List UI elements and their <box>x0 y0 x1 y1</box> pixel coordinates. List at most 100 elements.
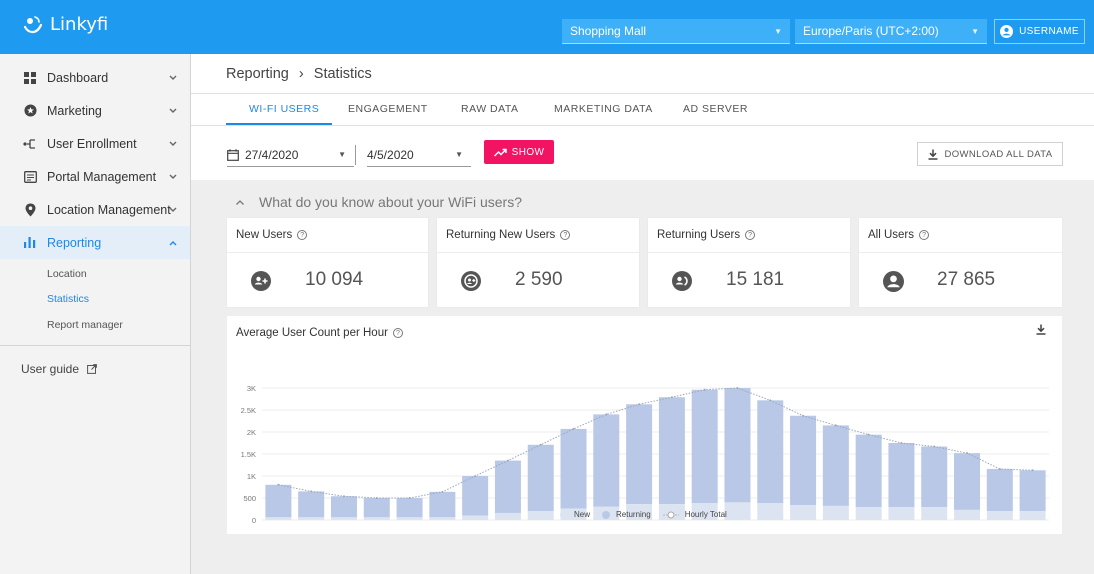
timezone-value: Europe/Paris (UTC+2:00) <box>803 24 939 38</box>
download-all-data-button[interactable]: DOWNLOAD ALL DATA <box>917 142 1063 166</box>
tabs-divider <box>191 125 1094 126</box>
brand-name: Linkyfi <box>50 13 109 35</box>
date-from-picker[interactable]: 27/4/2020 ▼ <box>227 144 354 167</box>
help-icon[interactable]: ? <box>297 230 308 240</box>
user-guide-label: User guide <box>21 362 80 376</box>
card-divider <box>859 252 1062 253</box>
sidebar-subitem-location[interactable]: Location <box>47 268 87 280</box>
sidebar-subitem-report-manager[interactable]: Report manager <box>47 319 123 331</box>
date-to-value: 4/5/2020 <box>367 148 414 162</box>
y-tick-label: 0 <box>252 516 256 525</box>
trending-up-icon <box>493 148 507 157</box>
bar-returning <box>330 517 357 520</box>
user-icon <box>883 271 904 292</box>
external-link-icon <box>87 364 97 374</box>
sidebar-item-label: User Enrollment <box>47 136 137 151</box>
sidebar-item-user-enrollment[interactable]: User Enrollment <box>0 127 190 160</box>
card-title: Returning Users? <box>657 229 756 241</box>
bar-new <box>954 453 981 510</box>
x-tick-label: 15:00 <box>761 533 780 534</box>
card-value: 2 590 <box>515 269 563 290</box>
tab-raw-data[interactable]: RAW DATA <box>461 103 518 115</box>
chevron-down-icon: ▼ <box>971 26 979 36</box>
help-icon[interactable]: ? <box>745 230 756 240</box>
point-hourly-total <box>474 475 477 477</box>
user-menu-button[interactable]: USERNAME <box>994 19 1085 44</box>
x-tick-label: 18:00 <box>859 533 878 534</box>
chevron-down-icon <box>168 170 178 184</box>
section-title-text: What do you know about your WiFi users? <box>259 194 523 210</box>
legend-returning-label[interactable]: Returning <box>616 510 651 519</box>
point-hourly-total <box>966 452 969 455</box>
card-title-text: All Users <box>868 229 915 241</box>
user-guide-link[interactable]: User guide <box>21 362 97 376</box>
sidebar-item-location-management[interactable]: Location Management <box>0 193 190 226</box>
bar-new <box>298 491 325 518</box>
brand-logo[interactable]: Linkyfi <box>22 13 108 35</box>
bar-returning <box>757 503 784 520</box>
breadcrumb-parent[interactable]: Reporting <box>226 66 289 82</box>
x-tick-label: 16:00 <box>794 533 813 534</box>
bar-returning <box>986 511 1013 520</box>
bar-new <box>921 446 948 508</box>
sidebar-item-marketing[interactable]: Marketing <box>0 94 190 127</box>
sidebar-item-dashboard[interactable]: Dashboard <box>0 61 190 94</box>
chevron-down-icon: ▼ <box>455 150 463 159</box>
point-hourly-total <box>539 443 542 446</box>
card-value: 15 181 <box>726 269 785 290</box>
sidebar: Dashboard Marketing User Enrollment Port… <box>0 54 191 574</box>
username-label: USERNAME <box>1019 26 1079 37</box>
star-badge-icon <box>23 104 37 118</box>
point-hourly-total <box>605 413 608 416</box>
sidebar-item-reporting[interactable]: Reporting <box>0 226 190 259</box>
bar-returning <box>265 517 292 520</box>
x-tick-label: 13:00 <box>695 533 714 534</box>
card-title: All Users? <box>868 229 930 241</box>
help-icon[interactable]: ? <box>392 328 403 338</box>
sidebar-subitem-statistics[interactable]: Statistics <box>47 293 89 305</box>
date-from-value: 27/4/2020 <box>245 148 299 162</box>
bar-new <box>593 414 620 507</box>
help-icon[interactable]: ? <box>919 230 930 240</box>
breadcrumb: Reporting › Statistics <box>226 66 372 82</box>
tab-ad-server[interactable]: AD SERVER <box>683 103 748 115</box>
x-tick-label: 01:00 <box>302 533 321 534</box>
point-hourly-total <box>736 387 739 389</box>
bar-returning <box>822 505 849 520</box>
tab-marketing-data[interactable]: MARKETING DATA <box>554 103 653 115</box>
timezone-select[interactable]: Europe/Paris (UTC+2:00) ▼ <box>795 19 987 44</box>
chevron-down-icon <box>168 71 178 85</box>
point-hourly-total <box>769 399 772 402</box>
card-title-text: Returning Users <box>657 229 741 241</box>
x-tick-label: 07:00 <box>499 533 518 534</box>
point-hourly-total <box>408 497 411 499</box>
download-icon[interactable] <box>1036 324 1046 335</box>
legend-new-swatch <box>560 510 568 519</box>
section-title[interactable]: What do you know about your WiFi users? <box>235 194 522 210</box>
help-icon[interactable]: ? <box>560 230 571 240</box>
bar-new <box>265 484 292 518</box>
stat-card-returning-users: Returning Users? 15 181 <box>648 218 850 307</box>
card-value: 27 865 <box>937 269 996 290</box>
y-tick-label: 1K <box>247 472 256 481</box>
sidebar-item-portal-management[interactable]: Portal Management <box>0 160 190 193</box>
show-button[interactable]: SHOW <box>484 140 554 164</box>
point-hourly-total <box>277 483 280 486</box>
y-tick-label: 2K <box>247 428 256 437</box>
legend-hourly-total-label[interactable]: Hourly Total <box>685 510 727 519</box>
x-tick-label: 02:00 <box>335 533 354 534</box>
bar-new <box>790 415 817 506</box>
x-tick-label: 12:00 <box>663 533 682 534</box>
tab-wifi-users[interactable]: WI-FI USERS <box>249 103 319 115</box>
legend-new-label[interactable]: New <box>574 510 590 519</box>
date-to-picker[interactable]: 4/5/2020 ▼ <box>367 144 471 167</box>
stat-card-all-users: All Users? 27 865 <box>859 218 1062 307</box>
bar-returning <box>888 507 915 520</box>
line-hourly-total <box>278 387 1033 499</box>
bar-returning <box>363 517 390 520</box>
venue-select[interactable]: Shopping Mall ▼ <box>562 19 790 44</box>
sidebar-item-label: Marketing <box>47 103 102 118</box>
header-divider <box>191 93 1094 94</box>
chevron-down-icon <box>168 137 178 151</box>
tab-engagement[interactable]: ENGAGEMENT <box>348 103 428 115</box>
